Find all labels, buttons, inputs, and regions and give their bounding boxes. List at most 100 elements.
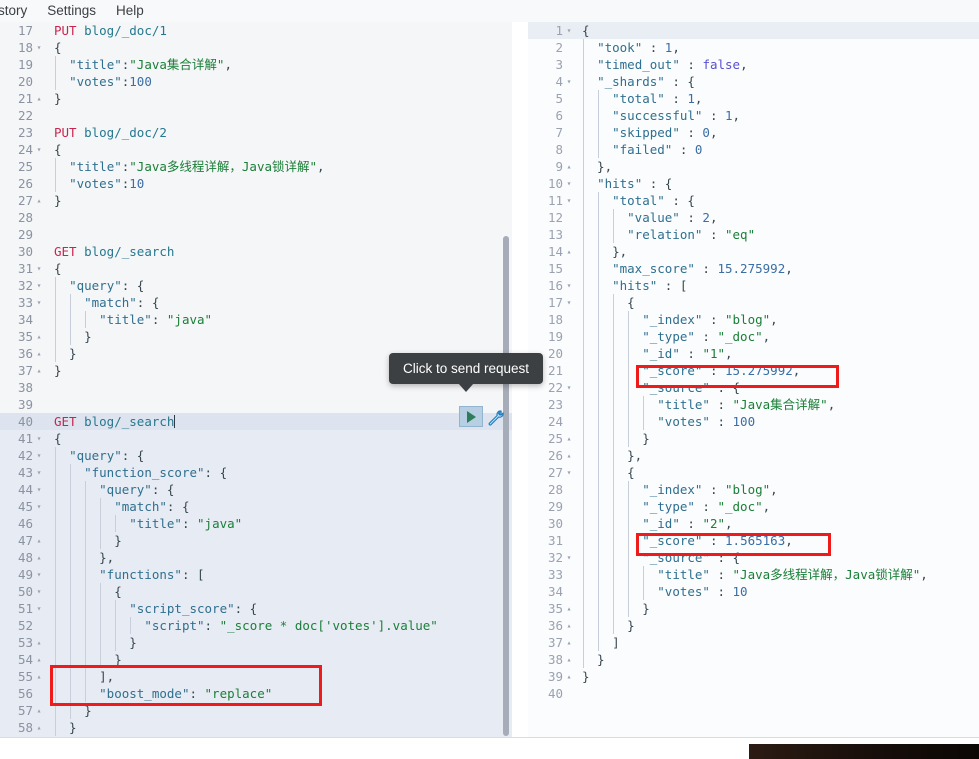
code-line[interactable]: 46· "title": "java" bbox=[0, 515, 512, 532]
code-line[interactable]: 33· "title" : "Java多线程详解，Java锁详解", bbox=[528, 566, 979, 583]
code-line[interactable]: 37 ▴ ] bbox=[528, 634, 979, 651]
fold-collapse-icon[interactable]: ▾ bbox=[35, 600, 43, 617]
code-line[interactable]: 29· bbox=[0, 226, 512, 243]
code-line[interactable]: 41 ▾ { bbox=[0, 430, 512, 447]
code-line[interactable]: 26 ▴ }, bbox=[528, 447, 979, 464]
code-line[interactable]: 49 ▾ "functions": [ bbox=[0, 566, 512, 583]
code-line[interactable]: 32 ▾ "query": { bbox=[0, 277, 512, 294]
code-line[interactable]: 21· "_score" : 15.275992, bbox=[528, 362, 979, 379]
fold-collapse-icon[interactable]: ▾ bbox=[35, 498, 43, 515]
fold-collapse-icon[interactable]: ▾ bbox=[35, 260, 43, 277]
code-line[interactable]: 35 ▴ } bbox=[0, 328, 512, 345]
code-line[interactable]: 11 ▾ "total" : { bbox=[528, 192, 979, 209]
code-line[interactable]: 18· "_index" : "blog", bbox=[528, 311, 979, 328]
fold-expand-icon[interactable]: ▴ bbox=[35, 651, 43, 668]
fold-collapse-icon[interactable]: ▾ bbox=[35, 141, 43, 158]
code-line[interactable]: 29· "_type" : "_doc", bbox=[528, 498, 979, 515]
code-line[interactable]: 33 ▾ "match": { bbox=[0, 294, 512, 311]
send-request-button[interactable] bbox=[459, 406, 483, 427]
code-line[interactable]: 43 ▾ "function_score": { bbox=[0, 464, 512, 481]
code-line[interactable]: 24 ▾ { bbox=[0, 141, 512, 158]
code-line[interactable]: 39· bbox=[0, 396, 512, 413]
fold-expand-icon[interactable]: ▴ bbox=[565, 651, 573, 668]
code-line[interactable]: 25 ▴ } bbox=[528, 430, 979, 447]
code-line[interactable]: 34· "votes" : 10 bbox=[528, 583, 979, 600]
code-line[interactable]: 23· "title" : "Java集合详解", bbox=[528, 396, 979, 413]
code-line[interactable]: 40· bbox=[528, 685, 979, 702]
fold-collapse-icon[interactable]: ▾ bbox=[565, 294, 573, 311]
code-line[interactable]: 42 ▾ "query": { bbox=[0, 447, 512, 464]
code-line[interactable]: 27 ▾ { bbox=[528, 464, 979, 481]
code-line[interactable]: 53 ▴ } bbox=[0, 634, 512, 651]
code-line[interactable]: 34· "title": "java" bbox=[0, 311, 512, 328]
fold-expand-icon[interactable]: ▴ bbox=[565, 243, 573, 260]
code-line[interactable]: 2· "took" : 1, bbox=[528, 39, 979, 56]
fold-expand-icon[interactable]: ▴ bbox=[565, 447, 573, 464]
fold-collapse-icon[interactable]: ▾ bbox=[35, 447, 43, 464]
code-line[interactable]: 56· "boost_mode": "replace" bbox=[0, 685, 512, 702]
code-line[interactable]: 32 ▾ "_source" : { bbox=[528, 549, 979, 566]
fold-collapse-icon[interactable]: ▾ bbox=[35, 39, 43, 56]
fold-expand-icon[interactable]: ▴ bbox=[565, 668, 573, 685]
fold-expand-icon[interactable]: ▴ bbox=[35, 362, 43, 379]
fold-collapse-icon[interactable]: ▾ bbox=[565, 192, 573, 209]
fold-expand-icon[interactable]: ▴ bbox=[565, 600, 573, 617]
code-line[interactable]: 20· "votes":100 bbox=[0, 73, 512, 90]
fold-expand-icon[interactable]: ▴ bbox=[35, 634, 43, 651]
code-line[interactable]: 21 ▴} bbox=[0, 90, 512, 107]
code-line[interactable]: 51 ▾ "script_score": { bbox=[0, 600, 512, 617]
fold-collapse-icon[interactable]: ▾ bbox=[565, 379, 573, 396]
code-line[interactable]: 13· "relation" : "eq" bbox=[528, 226, 979, 243]
code-line[interactable]: 57 ▴ } bbox=[0, 702, 512, 719]
code-line[interactable]: 19· "title":"Java集合详解", bbox=[0, 56, 512, 73]
menu-item-settings[interactable]: Settings bbox=[37, 0, 106, 22]
code-line[interactable]: 38 ▴ } bbox=[528, 651, 979, 668]
code-line[interactable]: 17 ▾ { bbox=[528, 294, 979, 311]
code-line[interactable]: 5· "total" : 1, bbox=[528, 90, 979, 107]
fold-expand-icon[interactable]: ▴ bbox=[565, 617, 573, 634]
code-line[interactable]: 20· "_id" : "1", bbox=[528, 345, 979, 362]
fold-collapse-icon[interactable]: ▾ bbox=[565, 175, 573, 192]
code-line[interactable]: 30· "_id" : "2", bbox=[528, 515, 979, 532]
fold-collapse-icon[interactable]: ▾ bbox=[565, 464, 573, 481]
code-line[interactable]: 18 ▾ { bbox=[0, 39, 512, 56]
code-line[interactable]: 22 ▾ "_source" : { bbox=[528, 379, 979, 396]
fold-expand-icon[interactable]: ▴ bbox=[35, 90, 43, 107]
code-line[interactable]: 6· "successful" : 1, bbox=[528, 107, 979, 124]
code-line[interactable]: 50 ▾ { bbox=[0, 583, 512, 600]
code-line[interactable]: 8· "failed" : 0 bbox=[528, 141, 979, 158]
fold-expand-icon[interactable]: ▴ bbox=[565, 430, 573, 447]
code-line[interactable]: 23· PUT blog/_doc/2 bbox=[0, 124, 512, 141]
fold-collapse-icon[interactable]: ▾ bbox=[565, 277, 573, 294]
code-line[interactable]: 28· bbox=[0, 209, 512, 226]
fold-expand-icon[interactable]: ▴ bbox=[35, 192, 43, 209]
code-line[interactable]: 16 ▾ "hits" : [ bbox=[528, 277, 979, 294]
fold-expand-icon[interactable]: ▴ bbox=[35, 702, 43, 719]
fold-expand-icon[interactable]: ▴ bbox=[35, 328, 43, 345]
fold-collapse-icon[interactable]: ▾ bbox=[565, 73, 573, 90]
wrench-icon[interactable] bbox=[486, 407, 504, 427]
code-line[interactable]: 7· "skipped" : 0, bbox=[528, 124, 979, 141]
request-scrollbar[interactable] bbox=[503, 236, 509, 736]
code-line[interactable]: 17· PUT blog/_doc/1 bbox=[0, 22, 512, 39]
code-line[interactable]: 58 ▴ } bbox=[0, 719, 512, 736]
fold-expand-icon[interactable]: ▴ bbox=[35, 549, 43, 566]
fold-collapse-icon[interactable]: ▾ bbox=[35, 566, 43, 583]
fold-expand-icon[interactable]: ▴ bbox=[35, 532, 43, 549]
code-line[interactable]: 39 ▴} bbox=[528, 668, 979, 685]
code-line[interactable]: 4 ▾ "_shards" : { bbox=[528, 73, 979, 90]
code-line[interactable]: 30· GET blog/_search bbox=[0, 243, 512, 260]
code-line[interactable]: 55 ▴ ], bbox=[0, 668, 512, 685]
code-line[interactable]: 28· "_index" : "blog", bbox=[528, 481, 979, 498]
menu-item-history[interactable]: story bbox=[0, 0, 37, 22]
code-line[interactable]: 14 ▴ }, bbox=[528, 243, 979, 260]
code-line[interactable]: 52· "script": "_score * doc['votes'].val… bbox=[0, 617, 512, 634]
code-line[interactable]: 12· "value" : 2, bbox=[528, 209, 979, 226]
code-line[interactable]: 54 ▴ } bbox=[0, 651, 512, 668]
code-line[interactable]: 3· "timed_out" : false, bbox=[528, 56, 979, 73]
menu-item-help[interactable]: Help bbox=[106, 0, 154, 22]
fold-collapse-icon[interactable]: ▾ bbox=[35, 294, 43, 311]
fold-expand-icon[interactable]: ▴ bbox=[565, 634, 573, 651]
response-viewer[interactable]: 1▾{2· "took" : 1,3· "timed_out" : false,… bbox=[528, 22, 979, 702]
fold-expand-icon[interactable]: ▴ bbox=[35, 719, 43, 736]
